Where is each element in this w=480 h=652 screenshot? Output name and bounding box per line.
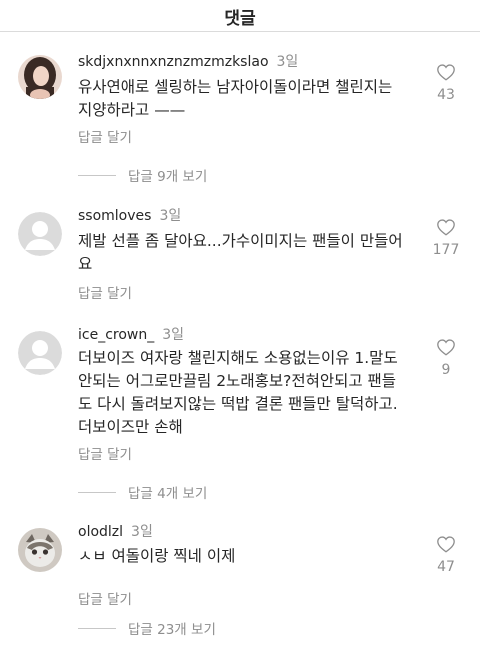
comment-text: 제발 선플 좀 달아요...가수이미지는 팬들이 만들어 요 xyxy=(78,232,403,273)
view-replies-label: 답글 23개 보기 xyxy=(128,622,216,638)
header: 댓글 xyxy=(0,0,480,30)
comment-time: 3일 xyxy=(159,208,182,224)
comment-header: ice_crown_ 3일 xyxy=(78,324,184,344)
divider-line xyxy=(78,627,116,629)
cat-photo-avatar[interactable] xyxy=(18,528,62,572)
view-replies-label: 답글 9개 보기 xyxy=(128,169,208,185)
page-title: 댓글 xyxy=(224,9,256,29)
comment-text: 유사연애로 셀링하는 남자아이돌이라면 챌린지는 지양하라고 —— xyxy=(78,78,393,119)
default-profile-avatar[interactable] xyxy=(18,331,62,375)
view-replies-button[interactable]: 답글 9개 보기 xyxy=(78,165,207,185)
reply-button[interactable]: 답글 달기 xyxy=(78,588,132,608)
like-count: 9 xyxy=(441,362,451,378)
like-group: 177 xyxy=(430,218,462,258)
username[interactable]: skdjxnxnnxnznzmzmzkslao xyxy=(78,54,269,70)
header-divider xyxy=(0,31,480,32)
like-count: 177 xyxy=(432,242,460,258)
heart-icon[interactable] xyxy=(436,338,456,356)
cat-photo-icon xyxy=(18,528,62,572)
user-photo-avatar[interactable] xyxy=(18,55,62,99)
view-replies-button[interactable]: 답글 23개 보기 xyxy=(78,618,216,638)
comment-text: 더보이즈 여자랑 챌린지해도 소용없는이유 1.말도 안되는 어그로만끌림 2노… xyxy=(78,349,398,436)
like-count: 47 xyxy=(437,559,455,575)
like-group: 9 xyxy=(430,338,462,378)
divider-line xyxy=(78,491,116,493)
username[interactable]: ice_crown_ xyxy=(78,327,154,343)
default-profile-icon xyxy=(18,331,62,375)
divider-line xyxy=(78,174,116,176)
reply-button[interactable]: 답글 달기 xyxy=(78,443,132,463)
like-count: 43 xyxy=(437,87,455,103)
comment-time: 3일 xyxy=(162,327,185,343)
heart-icon[interactable] xyxy=(436,535,456,553)
heart-icon[interactable] xyxy=(436,63,456,81)
username[interactable]: ssomloves xyxy=(78,208,151,224)
comment-header: olodlzl 3일 xyxy=(78,521,153,541)
comment-header: ssomloves 3일 xyxy=(78,205,181,225)
default-profile-avatar[interactable] xyxy=(18,212,62,256)
comment-header: skdjxnxnnxnznzmzmzkslao 3일 xyxy=(78,51,298,71)
reply-button[interactable]: 답글 달기 xyxy=(78,282,132,302)
comment-text: ㅅㅂ 여돌이랑 찍네 이제 xyxy=(78,547,236,565)
like-group: 47 xyxy=(430,535,462,575)
comment-time: 3일 xyxy=(276,54,299,70)
reply-button[interactable]: 답글 달기 xyxy=(78,126,132,146)
default-profile-icon xyxy=(18,212,62,256)
heart-icon[interactable] xyxy=(436,218,456,236)
view-replies-label: 답글 4개 보기 xyxy=(128,486,208,502)
view-replies-button[interactable]: 답글 4개 보기 xyxy=(78,482,207,502)
username[interactable]: olodlzl xyxy=(78,524,123,540)
comment-time: 3일 xyxy=(131,524,153,540)
user-photo-icon xyxy=(18,55,62,99)
like-group: 43 xyxy=(430,63,462,103)
